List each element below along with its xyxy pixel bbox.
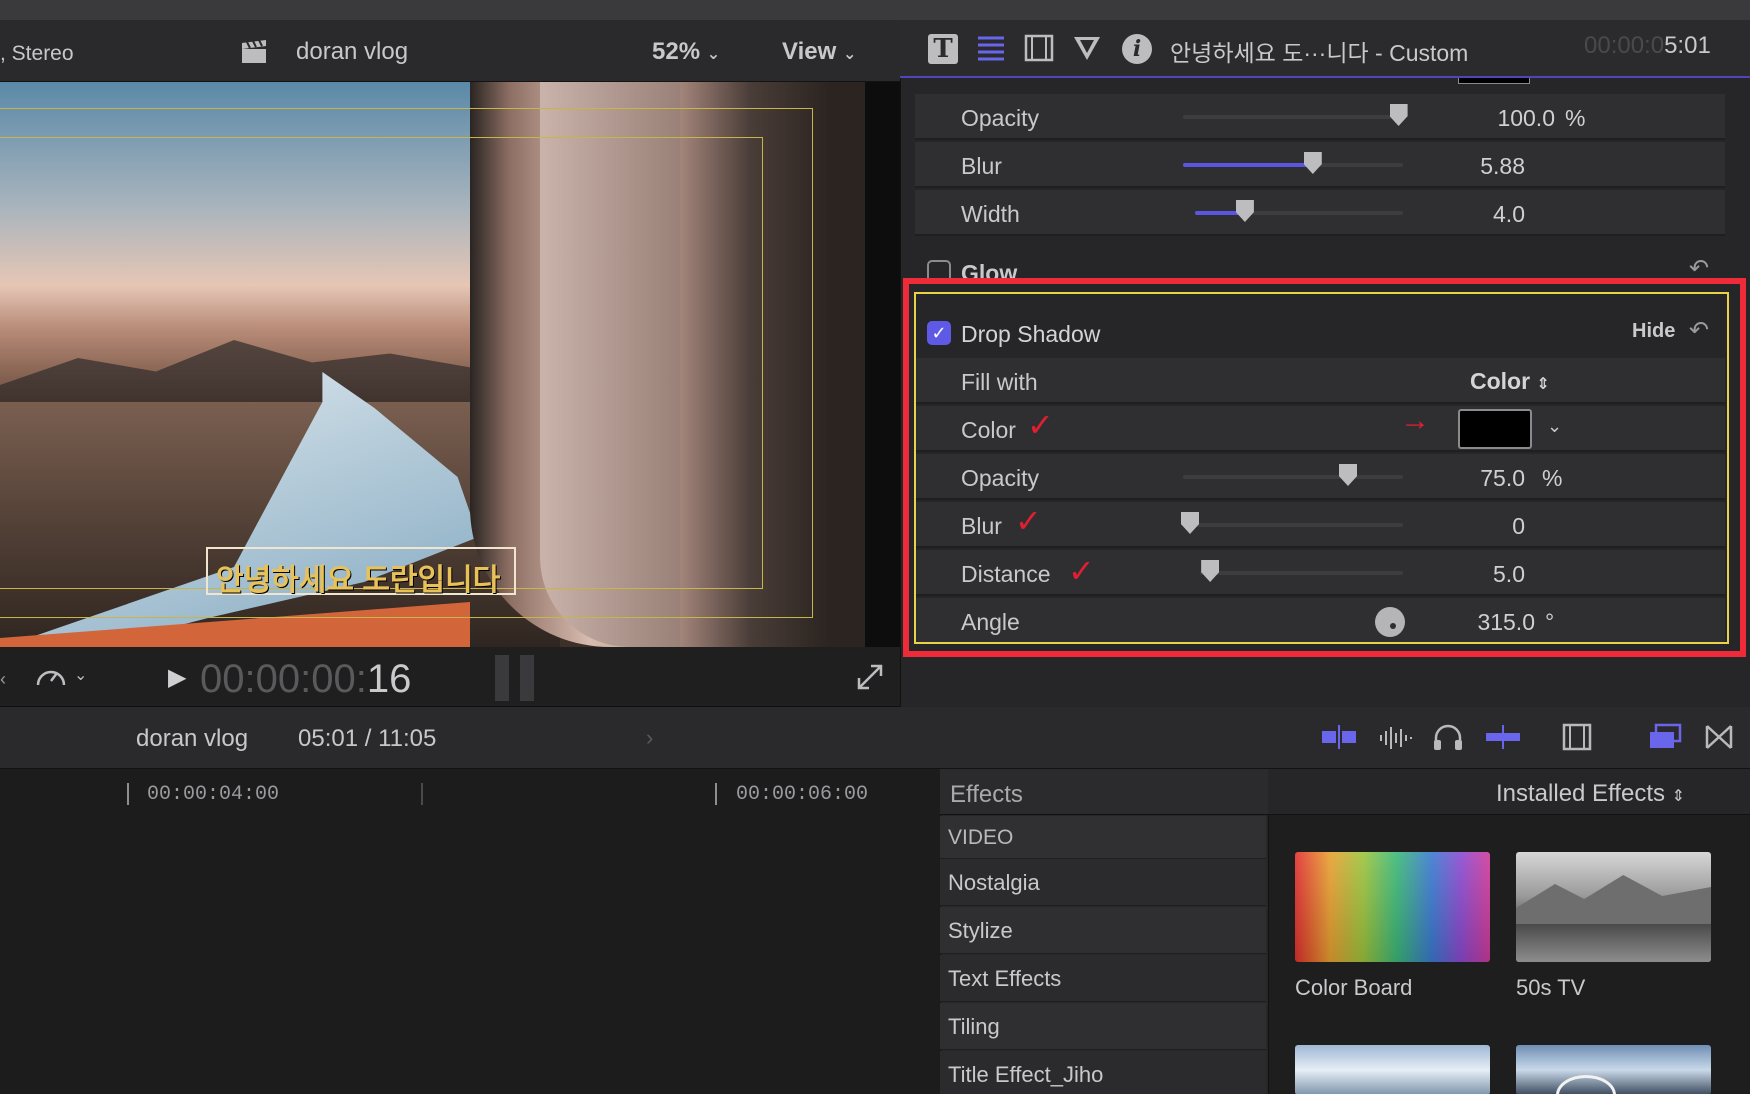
effects-title: Effects xyxy=(950,781,1023,808)
color-inspector-icon[interactable] xyxy=(1072,34,1102,64)
clip-appearance-icon[interactable] xyxy=(1320,723,1358,758)
view-menu[interactable]: View ⌄ xyxy=(782,38,856,66)
effects-item-label: Tiling xyxy=(948,1014,1000,1039)
viewer-timecode: 00:00:00:16 xyxy=(200,657,411,702)
clapper-icon xyxy=(240,39,268,64)
zoom-value: 52% xyxy=(652,38,701,65)
effect-thumbnail-label: Color Board xyxy=(1295,975,1413,1000)
inspector-timecode-dim: 00:00:0 xyxy=(1584,32,1665,59)
outline-blur-thumb[interactable] xyxy=(1303,152,1322,174)
view-menu-label: View xyxy=(782,38,837,65)
inspector-timecode: 00:00:05:01 xyxy=(1584,32,1711,60)
outline-opacity-label: Opacity xyxy=(961,105,1039,131)
timecode-bar-1 xyxy=(495,655,509,701)
chevron-down-icon[interactable]: ⌄ xyxy=(74,665,87,685)
effects-item-label: Stylize xyxy=(948,918,1013,943)
outline-width-label: Width xyxy=(961,201,1020,227)
outline-blur-fill xyxy=(1183,163,1313,167)
timecode-frames: 16 xyxy=(366,657,412,701)
effect-thumbnail-label: 50s TV xyxy=(1516,975,1586,1000)
playback-speed-icon[interactable] xyxy=(34,661,68,698)
video-inspector-icon[interactable] xyxy=(1024,34,1054,64)
timeline-toolbar: doran vlog 05:01 / 11:05 › xyxy=(0,707,1750,769)
effects-list-item[interactable]: Text Effects xyxy=(940,955,1266,1002)
transport-left-chevron-icon[interactable]: ‹ xyxy=(0,669,6,690)
inspector-header: T i 안녕하세요 도···니다 - Custom 00:00:05:01 xyxy=(900,20,1750,78)
fullscreen-icon[interactable] xyxy=(856,663,884,696)
outline-color-swatch-edge[interactable] xyxy=(1458,78,1530,84)
viewer-canvas[interactable]: 안녕하세요 도란입니다 xyxy=(0,82,865,647)
chevron-right-icon[interactable]: › xyxy=(646,725,653,751)
zoom-dropdown[interactable]: 52% ⌄ xyxy=(652,38,720,66)
transport-bar: ‹ ⌄ ▶ 00:00:00:16 xyxy=(0,647,900,707)
effects-item-label: Text Effects xyxy=(948,966,1062,991)
effects-list-item[interactable]: Title Effect_Jiho xyxy=(940,1051,1266,1094)
effects-category-video[interactable]: VIDEO xyxy=(940,816,1266,859)
ruler-label: 00:00:04:00 xyxy=(147,783,280,806)
viewer-header: , Stereo doran vlog 52% ⌄ View ⌄ xyxy=(0,20,900,82)
timeline-position: 05:01 / 11:05 xyxy=(298,725,437,752)
selection-yellow-outline xyxy=(914,292,1729,644)
title-overlay[interactable]: 안녕하세요 도란입니다 xyxy=(206,547,516,597)
outline-opacity-slider[interactable] xyxy=(1183,115,1403,119)
audio-waveform-icon[interactable] xyxy=(1378,723,1414,758)
effects-category-label: VIDEO xyxy=(948,826,1014,849)
filmstrip-icon[interactable] xyxy=(1562,723,1592,758)
50s-tv-thumbnail[interactable] xyxy=(1516,852,1711,962)
browser-toggle-icon[interactable] xyxy=(1648,723,1682,758)
info-inspector-icon[interactable]: i xyxy=(1122,34,1152,64)
outline-blur-label: Blur xyxy=(961,153,1002,179)
title-safe-guide xyxy=(0,137,763,589)
ruler-tick xyxy=(715,783,717,805)
inspector-clip-title: 안녕하세요 도···니다 - Custom xyxy=(1170,40,1469,66)
effects-grid-header: Installed Effects ⇕ xyxy=(1268,769,1750,815)
title-inspector-icon[interactable] xyxy=(976,34,1006,64)
chevron-down-icon: ⌄ xyxy=(706,46,721,63)
ruler-tick xyxy=(421,783,423,805)
outline-width-row: Width 4.0 xyxy=(915,190,1725,236)
effect-thumbnail-4[interactable] xyxy=(1516,1045,1711,1094)
effects-list-item[interactable]: Stylize xyxy=(940,907,1266,954)
effects-list-item[interactable]: Nostalgia xyxy=(940,859,1266,906)
transitions-browser-icon[interactable] xyxy=(1704,723,1734,758)
outline-blur-row: Blur 5.88 xyxy=(915,142,1725,188)
thumbnail-overlay-shape xyxy=(1556,1075,1616,1094)
outline-opacity-value[interactable]: 100.0 xyxy=(1455,105,1555,132)
timecode-bar-2 xyxy=(520,655,534,701)
top-strip xyxy=(0,0,1750,20)
audio-config-label: , Stereo xyxy=(0,42,74,65)
effect-thumbnail-3[interactable] xyxy=(1295,1045,1490,1094)
effects-item-label: Nostalgia xyxy=(948,870,1040,895)
effects-item-label: Title Effect_Jiho xyxy=(948,1062,1104,1087)
play-icon[interactable]: ▶ xyxy=(168,663,186,692)
outline-opacity-row: Opacity 100.0 % xyxy=(915,94,1725,140)
color-board-thumbnail[interactable] xyxy=(1295,852,1490,962)
outline-blur-value[interactable]: 5.88 xyxy=(1425,153,1525,180)
viewer-letterbox xyxy=(865,82,900,647)
installed-effects-popup[interactable]: Installed Effects ⇕ xyxy=(1496,780,1685,808)
outline-opacity-unit: % xyxy=(1565,105,1586,131)
effects-title-bar: Effects xyxy=(940,769,1268,815)
snapping-icon[interactable] xyxy=(1484,723,1522,758)
ruler-tick xyxy=(127,783,129,805)
text-inspector-icon[interactable]: T xyxy=(928,34,958,64)
timeline-area[interactable]: 00:00:04:00 00:00:06:00 xyxy=(0,769,940,1094)
effects-list-item[interactable]: Tiling xyxy=(940,1003,1266,1050)
up-down-chevron-icon: ⇕ xyxy=(1671,788,1686,805)
timecode-dim: 00:00:00: xyxy=(200,657,367,701)
inspector-timecode-value: 5:01 xyxy=(1664,32,1711,59)
headphones-icon[interactable] xyxy=(1432,723,1464,758)
chevron-down-icon: ⌄ xyxy=(842,46,857,63)
outline-width-thumb[interactable] xyxy=(1235,200,1254,222)
outline-width-value[interactable]: 4.0 xyxy=(1425,201,1525,228)
installed-effects-label: Installed Effects xyxy=(1496,780,1665,807)
viewer-project-name: doran vlog xyxy=(296,38,409,65)
ruler-label: 00:00:06:00 xyxy=(736,783,869,806)
outline-opacity-thumb[interactable] xyxy=(1389,104,1408,126)
timeline-project-name: doran vlog xyxy=(136,725,249,752)
